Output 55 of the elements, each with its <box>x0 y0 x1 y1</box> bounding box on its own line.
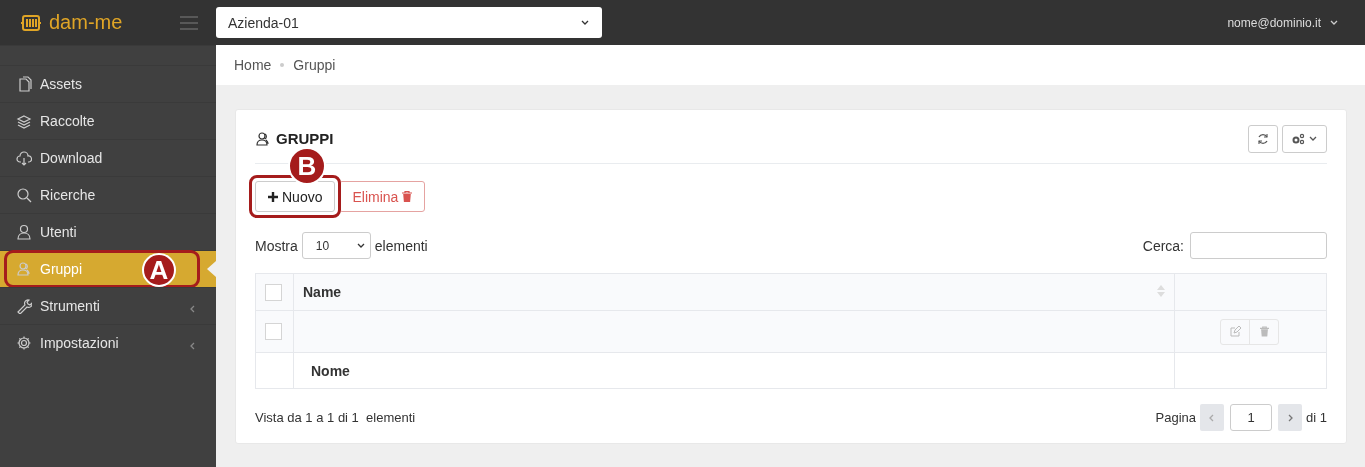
callout-badge: B <box>288 147 326 185</box>
page-length-select[interactable]: 10 <box>301 232 371 259</box>
user-icon <box>16 224 32 240</box>
sidebar-item[interactable]: Impostazioni <box>0 324 216 361</box>
plus-icon <box>268 191 278 202</box>
users-icon <box>16 261 32 277</box>
wrench-icon <box>16 298 32 314</box>
sidebar-item[interactable]: Utenti <box>0 213 216 250</box>
previous-page-button[interactable] <box>1200 404 1225 431</box>
refresh-icon <box>1257 132 1269 145</box>
edit-icon <box>1229 326 1241 337</box>
files-icon <box>16 76 32 92</box>
cloud-download-icon <box>16 150 32 166</box>
pointer-icon <box>207 261 216 277</box>
separator-icon <box>280 63 285 67</box>
user-menu[interactable]: nome@dominio.it <box>1227 15 1339 30</box>
menu-icon[interactable] <box>180 15 198 30</box>
sidebar-item[interactable]: Assets <box>0 65 216 102</box>
trash-icon <box>402 191 413 202</box>
column-header[interactable]: Name <box>303 284 342 300</box>
layers-icon <box>16 113 32 129</box>
checkbox[interactable] <box>265 323 282 341</box>
company-select[interactable]: Azienda-01 <box>216 7 602 38</box>
sidebar-item[interactable]: Ricerche <box>0 176 216 213</box>
gear-icon <box>16 335 32 351</box>
logo-text: dam-me <box>49 11 123 34</box>
sidebar-item[interactable]: Download <box>0 139 216 176</box>
sort-icon[interactable] <box>1157 284 1165 298</box>
trash-icon <box>1259 326 1269 337</box>
length-label: elementi <box>374 237 428 254</box>
gears-icon <box>1291 132 1305 145</box>
page-label: Pagina <box>1155 410 1197 425</box>
search-label: Cerca: <box>1142 237 1184 254</box>
logo-icon <box>20 12 42 33</box>
search-icon <box>16 187 32 203</box>
breadcrumb-current: Gruppi <box>293 57 336 73</box>
search-field[interactable] <box>1190 232 1327 259</box>
delete-button[interactable]: Elimina <box>339 181 426 212</box>
sidebar-item[interactable]: Gruppi A <box>0 250 216 287</box>
table-info: Vista da 1 a 1 di 1 elementi <box>255 410 416 425</box>
sidebar-item[interactable]: Raccolte <box>0 102 216 139</box>
new-button[interactable]: Nuovo <box>255 181 336 212</box>
refresh-button[interactable] <box>1248 124 1278 153</box>
checkbox[interactable] <box>265 283 282 301</box>
page-field[interactable]: 1 <box>1230 404 1273 431</box>
sidebar-item[interactable]: Strumenti <box>0 287 216 324</box>
users-icon <box>255 130 271 147</box>
panel-title: GRUPPI <box>276 130 334 147</box>
column-footer: Nome <box>311 362 350 379</box>
breadcrumb-link[interactable]: Home <box>234 57 272 73</box>
length-label: Mostra <box>255 237 298 254</box>
settings-button[interactable] <box>1282 124 1327 153</box>
page-count: di 1 <box>1306 410 1327 425</box>
callout-badge: A <box>142 253 176 287</box>
next-page-button[interactable] <box>1278 404 1303 431</box>
